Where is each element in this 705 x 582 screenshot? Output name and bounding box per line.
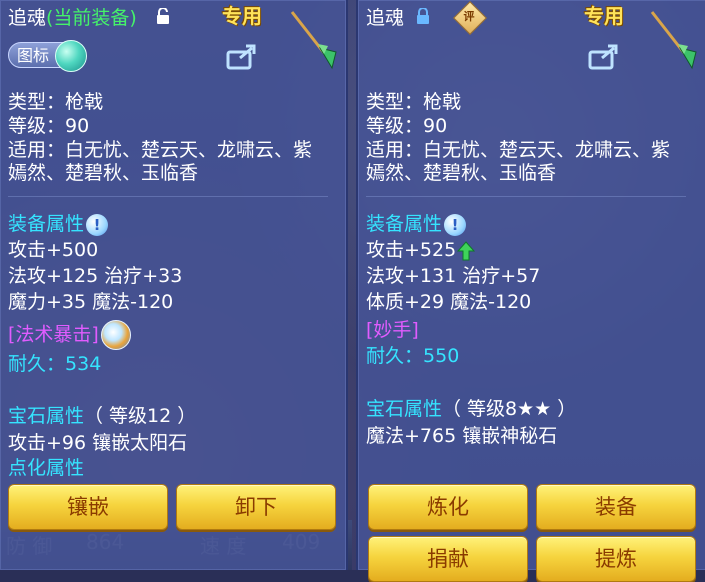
item-level: 等级：90 xyxy=(8,115,90,137)
info-icon[interactable]: ! xyxy=(444,213,467,236)
donate-button[interactable]: 捐献 xyxy=(368,536,528,582)
item-type: 类型：枪戟 xyxy=(8,91,104,113)
divider xyxy=(8,196,328,197)
item-suits-line-2: 嫣然、楚碧秋、玉临香 xyxy=(366,162,557,184)
exclusive-badge: 专用 xyxy=(584,4,624,28)
orb-icon xyxy=(55,40,87,72)
compare-item-panel: 追魂 专用 类型：枪戟 等级：90 适用：白无忧、楚云天、龙啸云、紫 嫣然、楚碧… xyxy=(356,0,705,582)
durability-value: 550 xyxy=(423,345,460,367)
special-effect-row: [法术暴击] xyxy=(8,320,131,350)
special-effect: [妙手] xyxy=(366,319,419,341)
up-arrow-icon xyxy=(457,240,476,260)
exclusive-badge: 专用 xyxy=(222,4,262,28)
gem-attr-heading: 宝石属性（ 等级8★★ ） xyxy=(366,397,576,421)
inlay-button[interactable]: 镶嵌 xyxy=(8,484,168,530)
equip-attr-heading: 装备属性! xyxy=(8,212,109,236)
unequip-button[interactable]: 卸下 xyxy=(176,484,336,530)
share-icon[interactable] xyxy=(588,42,620,70)
equip-attr-heading: 装备属性! xyxy=(366,212,467,236)
item-title: 追魂(当前装备) xyxy=(8,6,137,30)
gem-effect: 攻击+96 镶嵌太阳石 xyxy=(8,432,188,454)
equip-button[interactable]: 装备 xyxy=(536,484,696,530)
item-name: 追魂 xyxy=(8,7,47,29)
magic-attack-heal-stat: 法攻+131 治疗+57 xyxy=(366,265,541,287)
divider xyxy=(366,196,686,197)
magic-attack-heal-stat: 法攻+125 治疗+33 xyxy=(8,265,183,287)
current-equip-status: (当前装备) xyxy=(46,7,137,29)
weapon-icon xyxy=(290,11,337,70)
item-suits-line-1: 适用：白无忧、楚云天、龙啸云、紫 xyxy=(366,139,671,161)
special-effect: [法术暴击] xyxy=(8,323,99,346)
attack-stat: 攻击+525 xyxy=(366,239,457,261)
item-type: 类型：枪戟 xyxy=(366,91,462,113)
lock-icon[interactable] xyxy=(416,8,430,24)
equip-attr-title: 装备属性 xyxy=(8,213,85,235)
unlock-icon[interactable] xyxy=(156,8,170,24)
extract-button[interactable]: 提炼 xyxy=(536,536,696,582)
weapon-icon xyxy=(650,11,697,70)
share-icon[interactable] xyxy=(226,42,258,70)
gem-attr-heading: 宝石属性（ 等级12 ） xyxy=(8,404,196,428)
attack-stat-row: 攻击+525 xyxy=(366,238,476,262)
refine-button[interactable]: 炼化 xyxy=(368,484,528,530)
icon-toggle-label: 图标 xyxy=(17,46,50,65)
refresh-swirl-icon[interactable] xyxy=(100,320,131,350)
constitution-stat: 体质+29 魔法-120 xyxy=(366,291,532,313)
rating-badge-text: 评 xyxy=(463,10,475,23)
item-level: 等级：90 xyxy=(366,115,448,137)
attack-stat: 攻击+500 xyxy=(8,239,99,261)
gem-attr-title: 宝石属性 xyxy=(366,398,443,420)
icon-toggle-button[interactable]: 图标 xyxy=(8,40,87,72)
durability-label: 耐久： xyxy=(366,345,424,367)
durability-row: 耐久：550 xyxy=(366,344,459,368)
equipped-item-panel: 追魂(当前装备) 专用 图标 类型：枪戟 等级：90 适用：白无忧、楚云天、龙啸… xyxy=(0,0,348,570)
item-suits-line-1: 适用：白无忧、楚云天、龙啸云、紫 xyxy=(8,139,313,161)
durability-value: 534 xyxy=(65,353,102,375)
equip-attr-title: 装备属性 xyxy=(366,213,443,235)
item-suits-line-2: 嫣然、楚碧秋、玉临香 xyxy=(8,162,199,184)
dianhua-heading: 点化属性 xyxy=(8,457,85,479)
gem-attr-title: 宝石属性 xyxy=(8,405,85,427)
gem-level: （ 等级12 ） xyxy=(84,405,197,427)
mana-stat: 魔力+35 魔法-120 xyxy=(8,291,174,313)
durability-label: 耐久： xyxy=(8,353,66,375)
gem-level: （ 等级8★★ ） xyxy=(442,398,577,420)
info-icon[interactable]: ! xyxy=(86,213,109,236)
durability-row: 耐久：534 xyxy=(8,352,101,376)
compare-item-name: 追魂 xyxy=(366,7,405,29)
gem-effect: 魔法+765 镶嵌神秘石 xyxy=(366,425,558,447)
